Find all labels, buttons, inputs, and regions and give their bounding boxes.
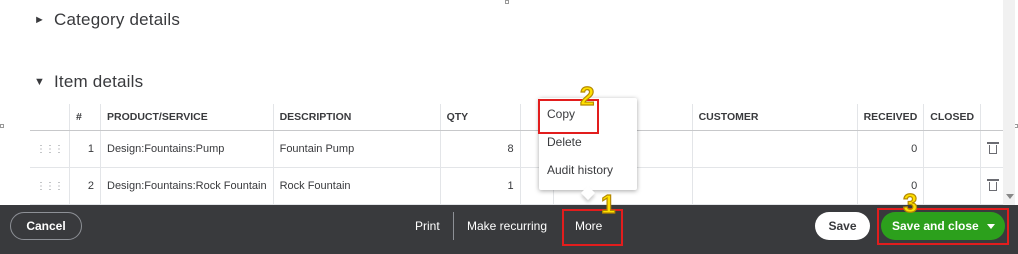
table-row[interactable]: ⋮⋮⋮ 1 Design:Fountains:Pump Fountain Pum…	[30, 130, 1005, 168]
item-details-toggle[interactable]: ▼ Item details	[34, 72, 143, 92]
row-number: 2	[69, 167, 101, 205]
step-number-2: 2	[579, 81, 595, 111]
closed-cell[interactable]	[923, 130, 982, 168]
header-product-service: PRODUCT/SERVICE	[100, 104, 274, 131]
description-cell[interactable]: Fountain Pump	[273, 130, 441, 168]
header-drag	[30, 104, 70, 131]
delete-row-button[interactable]	[980, 130, 1005, 168]
received-cell: 0	[857, 130, 925, 168]
resize-handle	[0, 124, 4, 128]
footer-divider	[453, 212, 454, 240]
item-details-table: # PRODUCT/SERVICE DESCRIPTION QTY AMOUNT…	[30, 104, 1005, 205]
header-customer: CUSTOMER	[692, 104, 858, 131]
step-number-3: 3	[902, 188, 918, 218]
header-number: #	[69, 104, 101, 131]
header-delete	[980, 104, 1005, 131]
qty-cell[interactable]: 8	[440, 130, 521, 168]
item-details-title: Item details	[54, 72, 144, 91]
resize-handle	[505, 0, 509, 4]
category-details-toggle[interactable]: ► Category details	[34, 10, 180, 30]
product-service-cell[interactable]: Design:Fountains:Pump	[100, 130, 274, 168]
print-button[interactable]: Print	[415, 212, 440, 240]
header-received: RECEIVED	[857, 104, 925, 131]
trash-icon	[986, 179, 999, 191]
header-qty: QTY	[440, 104, 521, 131]
closed-cell[interactable]	[923, 167, 982, 205]
menu-item-delete[interactable]: Delete	[547, 135, 582, 149]
make-recurring-button[interactable]: Make recurring	[467, 212, 547, 240]
step-number-1: 1	[600, 189, 616, 219]
customer-cell[interactable]	[692, 130, 858, 168]
customer-cell[interactable]	[692, 167, 858, 205]
category-details-title: Category details	[54, 10, 181, 29]
save-button[interactable]: Save	[815, 212, 870, 240]
drag-handle-icon[interactable]: ⋮⋮⋮	[30, 167, 70, 205]
drag-handle-icon[interactable]: ⋮⋮⋮	[30, 130, 70, 168]
scroll-down-arrow-icon[interactable]	[1006, 194, 1014, 199]
save-close-highlight-box	[877, 208, 1009, 245]
header-description: DESCRIPTION	[273, 104, 441, 131]
description-cell[interactable]: Rock Fountain	[273, 167, 441, 205]
delete-row-button[interactable]	[980, 167, 1005, 205]
table-row[interactable]: ⋮⋮⋮ 2 Design:Fountains:Rock Fountain Roc…	[30, 167, 1005, 205]
table-header-row: # PRODUCT/SERVICE DESCRIPTION QTY AMOUNT…	[30, 104, 1005, 131]
row-number: 1	[69, 130, 101, 168]
qty-cell[interactable]: 1	[440, 167, 521, 205]
header-closed: CLOSED	[923, 104, 982, 131]
menu-item-audit-history[interactable]: Audit history	[547, 163, 613, 177]
trash-icon	[986, 142, 999, 154]
cancel-button[interactable]: Cancel	[10, 212, 82, 240]
vertical-scrollbar[interactable]	[1003, 0, 1015, 205]
product-service-cell[interactable]: Design:Fountains:Rock Fountain	[100, 167, 274, 205]
expanded-caret-icon: ▼	[34, 76, 46, 88]
collapsed-caret-icon: ►	[34, 14, 46, 26]
